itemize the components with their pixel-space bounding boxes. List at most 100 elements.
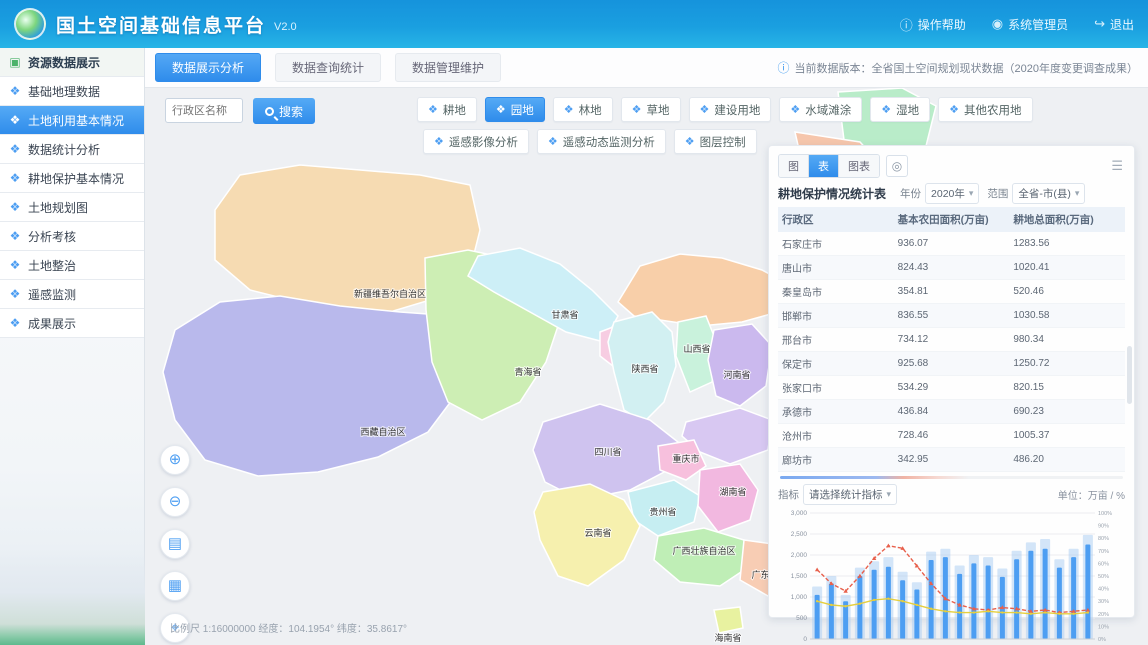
filter-button-林地[interactable]: ❖林地 [553,97,613,122]
chip-value: 2020年 [931,186,965,201]
table-cell: 980.34 [1009,328,1125,352]
indicator-select[interactable]: 请选择统计指标 ▾ [803,484,897,505]
table-row[interactable]: 邯郸市836.551030.58 [778,304,1125,328]
indicator-value: 请选择统计指标 [809,487,883,502]
sidebar-item-遥感监测[interactable]: ❖遥感监测 [0,280,144,309]
panel-filter-row: 耕地保护情况统计表 年份2020年▾范围全省-市(县)▾ [778,179,1125,207]
sidebar-item-成果展示[interactable]: ❖成果展示 [0,309,144,338]
tab-数据管理维护[interactable]: 数据管理维护 [395,53,501,82]
header-item-user[interactable]: ◉系统管理员 [992,16,1068,33]
panel-menu-icon[interactable]: ☰ [1111,158,1125,174]
chart-unit-label: 单位：万亩 / % [1058,487,1125,502]
view-mode-图表[interactable]: 图表 [839,155,879,177]
filter-chip-年份: 年份2020年▾ [900,183,979,204]
filter-button-湿地[interactable]: ❖湿地 [870,97,930,122]
filter-button-草地[interactable]: ❖草地 [621,97,681,122]
table-row[interactable]: 石家庄市936.071283.56 [778,232,1125,256]
search-button[interactable]: 搜索 [253,98,315,124]
province-hunan[interactable] [698,464,758,532]
sidebar-item-土地规划图[interactable]: ❖土地规划图 [0,193,144,222]
diamond-icon: ❖ [428,103,438,116]
target-icon[interactable]: ◎ [886,155,908,177]
province-hainan[interactable] [714,607,743,633]
sidebar-item-分析考核[interactable]: ❖分析考核 [0,222,144,251]
panel-scrollbar[interactable] [1127,346,1132,404]
diamond-icon: ❖ [881,103,891,116]
filter-button-label: 其他农用地 [964,102,1022,118]
measure-tool[interactable]: ▦ [160,571,190,601]
province-label: 四川省 [594,446,621,457]
table-scroll-indicator[interactable] [780,476,1123,479]
sidebar-item-土地整治[interactable]: ❖土地整治 [0,251,144,280]
table-row[interactable]: 沧州市728.461005.37 [778,424,1125,448]
table-row[interactable]: 保定市925.681250.72 [778,352,1125,376]
search-input[interactable] [165,98,243,123]
table-cell: 690.23 [1009,400,1125,424]
table-cell: 邯郸市 [778,304,894,328]
filter-button-其他农用地[interactable]: ❖ 其他农用地 [938,97,1032,122]
filter-button-耕地[interactable]: ❖耕地 [417,97,477,122]
tab-bar: 数据展示分析数据查询统计数据管理维护 ⓘ 当前数据版本：全省国土空间规划现状数据… [145,48,1148,88]
tab-数据查询统计[interactable]: 数据查询统计 [275,53,381,82]
diamond-icon: ❖ [949,103,959,116]
chart-canvas: 05001,0001,5002,0002,5003,0000%10%20%30%… [778,507,1125,645]
province-henan[interactable] [708,324,772,406]
table-row[interactable]: 秦皇岛市354.81520.46 [778,280,1125,304]
table-cell: 486.20 [1009,448,1125,472]
table-row[interactable]: 承德市436.84690.23 [778,400,1125,424]
data-version-notice: ⓘ 当前数据版本：全省国土空间规划现状数据（2020年度变更调查成果） [778,59,1138,76]
zoom-out-tool[interactable]: ⊖ [160,487,190,517]
table-row[interactable]: 唐山市824.431020.41 [778,256,1125,280]
diamond-icon: ❖ [8,258,22,272]
sidebar-item-label: 土地规划图 [28,199,88,216]
province-guangxi[interactable] [654,528,750,586]
diamond-icon: ❖ [548,135,558,148]
sidebar-item-土地利用基本情况[interactable]: ❖土地利用基本情况 [0,106,144,135]
province-label: 河南省 [723,369,750,380]
header-item-label: 退出 [1110,16,1134,33]
sidebar-item-基础地理数据[interactable]: ❖基础地理数据 [0,77,144,106]
filter-button-水域滩涂[interactable]: ❖水域滩涂 [779,97,862,122]
sidebar-item-资源数据展示[interactable]: ▣资源数据展示 [0,48,144,77]
table-header-row: 行政区基本农田面积(万亩)耕地总面积(万亩) [778,207,1125,232]
table-cell: 436.84 [894,400,1010,424]
table-row[interactable]: 廊坊市342.95486.20 [778,448,1125,472]
province-label: 贵州省 [649,506,676,517]
table-cell: 唐山市 [778,256,894,280]
table-cell: 836.55 [894,304,1010,328]
province-label: 西藏自治区 [360,426,405,437]
diamond-icon: ❖ [8,84,22,98]
zoom-in-tool[interactable]: ⊕ [160,445,190,475]
filter-button-label: 林地 [579,102,602,118]
header-item-help[interactable]: ⓘ操作帮助 [900,15,966,34]
tab-数据展示分析[interactable]: 数据展示分析 [155,53,261,82]
province-tibet[interactable] [163,296,470,476]
indicator-label: 指标 [778,487,799,502]
svg-text:90%: 90% [1098,524,1109,530]
filter-button-建设用地[interactable]: ❖建设用地 [689,97,772,122]
chip-select[interactable]: 2020年▾ [925,183,979,204]
sidebar-item-数据统计分析[interactable]: ❖数据统计分析 [0,135,144,164]
view-mode-图[interactable]: 图 [779,155,809,177]
sidebar-item-label: 资源数据展示 [28,54,100,71]
indicator-chip: 指标 请选择统计指标 ▾ [778,484,897,505]
svg-text:2,000: 2,000 [791,552,808,559]
filter-button-园地[interactable]: ❖园地 [485,97,545,122]
layers-tool[interactable]: ▤ [160,529,190,559]
table-row[interactable]: 张家口市534.29820.15 [778,376,1125,400]
table-row[interactable]: 邢台市734.12980.34 [778,328,1125,352]
table-cell: 1283.56 [1009,232,1125,256]
filter-button-遥感影像分析[interactable]: ❖遥感影像分析 [423,129,529,154]
table-cell: 沧州市 [778,424,894,448]
header-right-items: ⓘ操作帮助 ◉系统管理员 ↪退出 [900,15,1134,34]
svg-text:3,000: 3,000 [791,510,808,517]
filter-button-label: 遥感影像分析 [449,134,518,150]
sidebar-item-耕地保护基本情况[interactable]: ❖耕地保护基本情况 [0,164,144,193]
view-mode-表[interactable]: 表 [809,155,839,177]
header-item-logout[interactable]: ↪退出 [1094,16,1134,33]
province-label: 新疆维吾尔自治区 [354,288,426,299]
filter-button-图层控制[interactable]: ❖图层控制 [674,129,757,154]
svg-text:40%: 40% [1098,587,1109,593]
chip-select[interactable]: 全省-市(县)▾ [1012,183,1085,204]
filter-button-遥感动态监测分析[interactable]: ❖遥感动态监测分析 [537,129,666,154]
